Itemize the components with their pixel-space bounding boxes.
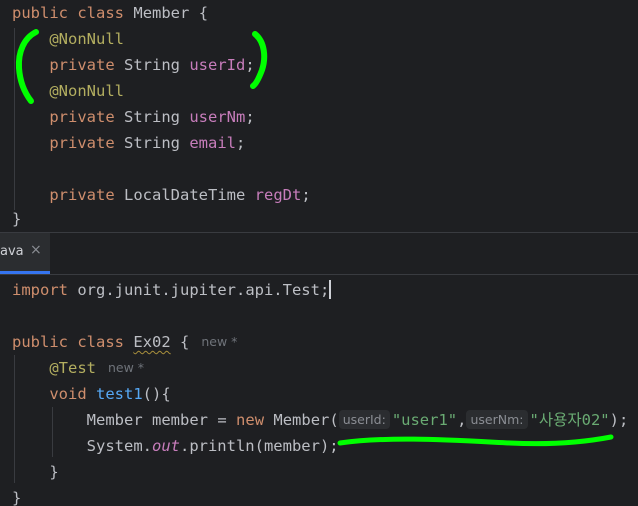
keyword: public — [12, 333, 68, 351]
parameter-hint: userNm: — [466, 410, 528, 429]
semicolon: ; — [245, 56, 255, 74]
code-line[interactable]: private String email; — [12, 130, 245, 156]
author-inlay-hint[interactable]: new * — [201, 329, 237, 355]
keyword: private — [49, 56, 115, 74]
static-field: out — [151, 437, 180, 455]
type-name: String — [124, 56, 180, 74]
type-name: LocalDateTime — [124, 186, 246, 204]
keyword: import — [12, 281, 68, 299]
semicolon: ; — [245, 108, 255, 126]
brace: } — [49, 463, 59, 481]
type-name: Member — [86, 411, 143, 429]
string-literal: "사용자02" — [529, 411, 610, 429]
brace: } — [12, 489, 22, 506]
semicolon: ; — [236, 134, 246, 152]
field-name: userNm — [189, 108, 246, 126]
class-reference: System. — [86, 437, 152, 455]
code-line[interactable]: } — [12, 485, 21, 506]
tab-java-file[interactable]: ava × — [0, 233, 50, 274]
code-line[interactable]: @NonNull — [12, 26, 124, 52]
code-line[interactable]: private LocalDateTime regDt; — [12, 182, 311, 208]
field-name: userId — [189, 56, 246, 74]
bottom-code-editor[interactable]: import org.junit.jupiter.api.Test; publi… — [0, 275, 638, 506]
top-code-editor[interactable]: public class Member { @NonNull private S… — [0, 0, 638, 232]
class-name: Ex02 — [133, 333, 171, 351]
annotation: @NonNull — [49, 82, 124, 100]
annotation: @NonNull — [49, 30, 124, 48]
keyword: class — [77, 333, 125, 351]
field-name: email — [189, 134, 237, 152]
type-name: String — [124, 108, 180, 126]
comma: , — [457, 411, 467, 429]
variable-name: member — [152, 411, 208, 429]
code-line[interactable]: @Test new * — [12, 355, 144, 381]
keyword: private — [49, 108, 115, 126]
brace: } — [12, 210, 22, 228]
text-caret — [329, 280, 332, 299]
method-call: .println(member); — [179, 437, 339, 455]
keyword: private — [49, 186, 115, 204]
brace: { — [198, 4, 209, 22]
close-icon[interactable]: × — [30, 242, 42, 258]
type-name: String — [124, 134, 180, 152]
code-line[interactable]: public class Member { — [12, 0, 208, 26]
semicolon: ; — [301, 186, 311, 204]
code-line[interactable]: } — [12, 206, 21, 232]
code-line[interactable]: Member member = new Member(userId: "user1… — [12, 407, 628, 433]
code-line[interactable]: import org.junit.jupiter.api.Test; — [12, 277, 332, 303]
parameter-hint: userId: — [338, 410, 390, 429]
brace: { — [180, 333, 190, 351]
code-line[interactable]: System.out.println(member); — [12, 433, 339, 459]
keyword: public — [12, 4, 68, 22]
method-name: test1 — [96, 385, 143, 403]
field-name: regDt — [254, 186, 302, 204]
call-end: ); — [609, 411, 629, 429]
class-name: Member — [133, 4, 190, 22]
code-line[interactable]: private String userNm; — [12, 104, 255, 130]
code-line[interactable]: private String userId; — [12, 52, 255, 78]
method-signature: (){ — [142, 385, 171, 403]
tab-label: ava — [0, 244, 24, 259]
string-literal: "user1" — [391, 411, 458, 429]
keyword: new — [236, 411, 265, 429]
operator: = — [217, 411, 227, 429]
semicolon: ; — [319, 281, 330, 299]
code-line[interactable]: public class Ex02 { new * — [12, 329, 237, 355]
author-inlay-hint[interactable]: new * — [108, 355, 144, 381]
editor-tab-bar: ava × — [0, 233, 638, 275]
code-line[interactable]: @NonNull — [12, 78, 124, 104]
import-path: org.junit.jupiter.api.Test — [77, 281, 320, 299]
annotation: @Test — [49, 359, 96, 377]
code-line[interactable]: } — [12, 459, 59, 485]
constructor-call: Member( — [273, 411, 339, 429]
keyword: class — [77, 4, 125, 22]
code-line[interactable]: void test1(){ — [12, 381, 171, 407]
keyword: void — [49, 385, 87, 403]
keyword: private — [49, 134, 115, 152]
